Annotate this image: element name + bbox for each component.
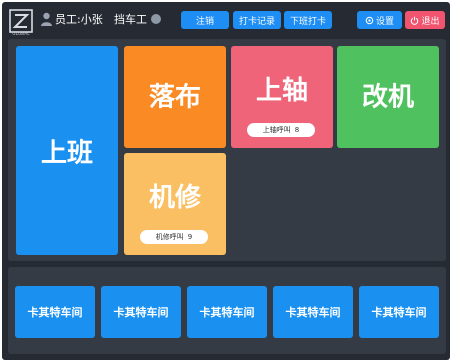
settings-button[interactable]: 设置 (357, 11, 402, 29)
workshop-label: 卡其特车间 (199, 306, 255, 319)
switch-role-icon[interactable] (151, 14, 161, 24)
cancel-button[interactable]: 注销 (181, 11, 229, 29)
beam-up-call-label: 上轴呼叫 (262, 126, 291, 134)
role-label: 挡车工 (114, 13, 147, 26)
beam-up-tile[interactable]: 上轴 上轴呼叫 8 (231, 46, 333, 148)
user-icon (41, 12, 52, 26)
change-machine-tile[interactable]: 改机 (337, 46, 439, 148)
logout-button[interactable]: 退出 (405, 11, 445, 29)
fabric-down-label: 落布 (148, 82, 201, 113)
repair-label: 机修 (148, 183, 201, 213)
workshop-label: 卡其特车间 (285, 306, 341, 319)
workshop-button[interactable]: 卡其特车间 (187, 286, 267, 338)
beam-up-call-count: 8 (294, 126, 300, 134)
repair-call-count: 9 (187, 233, 193, 241)
on-duty-label: 上班 (40, 138, 93, 168)
settings-label: 设置 (375, 16, 394, 27)
change-machine-label: 改机 (361, 82, 414, 113)
workshop-label: 卡其特车间 (27, 306, 83, 319)
workshop-button[interactable]: 卡其特车间 (359, 286, 439, 338)
workshop-button[interactable]: 卡其特车间 (273, 286, 353, 338)
logout-label: 退出 (421, 16, 440, 27)
employee-name: 员工:小张 (55, 13, 103, 26)
workshop-button[interactable]: 卡其特车间 (15, 286, 95, 338)
power-icon (411, 16, 419, 25)
punch-record-label: 打卡记录 (238, 16, 275, 27)
workshop-panel: 卡其特车间 卡其特车间 卡其特车间 卡其特车间 卡其特车间 (8, 267, 446, 354)
beam-up-call-badge: 上轴呼叫 8 (247, 123, 315, 137)
workshop-button[interactable]: 卡其特车间 (101, 286, 181, 338)
cancel-button-label: 注销 (195, 16, 214, 27)
repair-call-badge: 机修呼叫 9 (140, 230, 208, 244)
workshop-label: 卡其特车间 (371, 306, 427, 319)
workshop-label: 卡其特车间 (113, 306, 169, 319)
off-duty-punch-label: 下班打卡 (289, 16, 326, 27)
app-window: GLOBAL 员工:小张 挡车工 注销 打卡记录 下班打卡 设置 退出 上班 落… (2, 2, 450, 360)
beam-up-label: 上轴 (255, 76, 308, 106)
logo-text: GLOBAL (12, 31, 30, 36)
action-panel: 上班 落布 上轴 上轴呼叫 8 改机 机修 机修呼叫 9 (8, 39, 446, 261)
repair-tile[interactable]: 机修 机修呼叫 9 (124, 153, 226, 255)
off-duty-punch-button[interactable]: 下班打卡 (284, 11, 332, 29)
gear-icon (365, 16, 374, 24)
repair-call-label: 机修呼叫 (155, 233, 184, 241)
punch-record-button[interactable]: 打卡记录 (233, 11, 281, 29)
on-duty-tile[interactable]: 上班 (16, 46, 118, 255)
fabric-down-tile[interactable]: 落布 (124, 46, 226, 148)
